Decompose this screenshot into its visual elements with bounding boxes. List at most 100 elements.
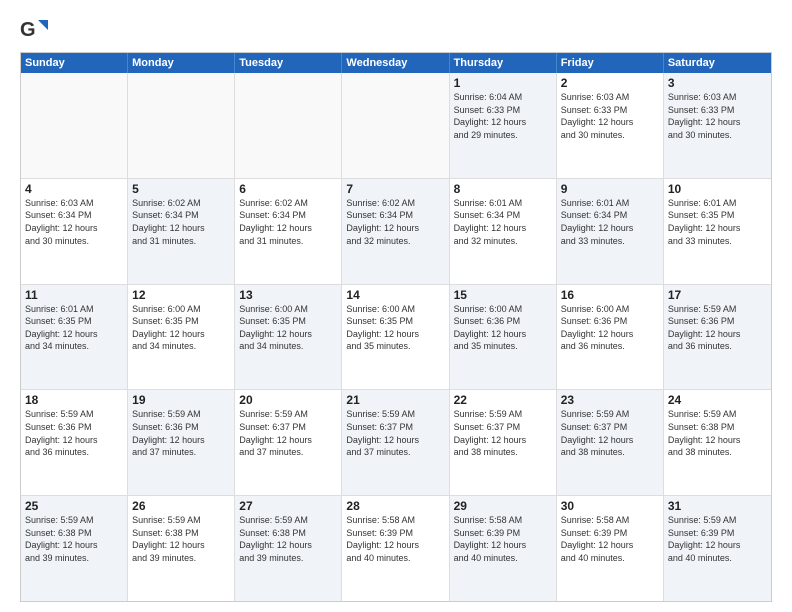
logo-icon: G (20, 16, 48, 44)
day-number: 23 (561, 393, 659, 407)
calendar-cell-day-27: 27Sunrise: 5:59 AMSunset: 6:38 PMDayligh… (235, 496, 342, 601)
calendar-cell-day-16: 16Sunrise: 6:00 AMSunset: 6:36 PMDayligh… (557, 285, 664, 390)
day-number: 31 (668, 499, 767, 513)
calendar-cell-day-23: 23Sunrise: 5:59 AMSunset: 6:37 PMDayligh… (557, 390, 664, 495)
calendar-cell-day-14: 14Sunrise: 6:00 AMSunset: 6:35 PMDayligh… (342, 285, 449, 390)
day-number: 18 (25, 393, 123, 407)
day-number: 29 (454, 499, 552, 513)
cell-info: Sunrise: 6:01 AMSunset: 6:34 PMDaylight:… (561, 197, 659, 247)
calendar-cell-day-21: 21Sunrise: 5:59 AMSunset: 6:37 PMDayligh… (342, 390, 449, 495)
cell-info: Sunrise: 6:01 AMSunset: 6:35 PMDaylight:… (668, 197, 767, 247)
day-number: 11 (25, 288, 123, 302)
cell-info: Sunrise: 6:00 AMSunset: 6:35 PMDaylight:… (132, 303, 230, 353)
cell-info: Sunrise: 6:02 AMSunset: 6:34 PMDaylight:… (346, 197, 444, 247)
calendar-cell-day-6: 6Sunrise: 6:02 AMSunset: 6:34 PMDaylight… (235, 179, 342, 284)
calendar-header: SundayMondayTuesdayWednesdayThursdayFrid… (21, 53, 771, 73)
calendar-cell-day-13: 13Sunrise: 6:00 AMSunset: 6:35 PMDayligh… (235, 285, 342, 390)
calendar-row-1: 4Sunrise: 6:03 AMSunset: 6:34 PMDaylight… (21, 179, 771, 285)
day-number: 16 (561, 288, 659, 302)
calendar-cell-day-29: 29Sunrise: 5:58 AMSunset: 6:39 PMDayligh… (450, 496, 557, 601)
day-number: 8 (454, 182, 552, 196)
calendar-cell-day-5: 5Sunrise: 6:02 AMSunset: 6:34 PMDaylight… (128, 179, 235, 284)
cell-info: Sunrise: 6:00 AMSunset: 6:35 PMDaylight:… (346, 303, 444, 353)
cell-info: Sunrise: 5:59 AMSunset: 6:37 PMDaylight:… (346, 408, 444, 458)
calendar-cell-day-24: 24Sunrise: 5:59 AMSunset: 6:38 PMDayligh… (664, 390, 771, 495)
day-number: 26 (132, 499, 230, 513)
calendar-cell-empty-0-0 (21, 73, 128, 178)
calendar-row-2: 11Sunrise: 6:01 AMSunset: 6:35 PMDayligh… (21, 285, 771, 391)
cell-info: Sunrise: 6:02 AMSunset: 6:34 PMDaylight:… (239, 197, 337, 247)
day-number: 1 (454, 76, 552, 90)
calendar-row-0: 1Sunrise: 6:04 AMSunset: 6:33 PMDaylight… (21, 73, 771, 179)
calendar-cell-day-25: 25Sunrise: 5:59 AMSunset: 6:38 PMDayligh… (21, 496, 128, 601)
day-number: 28 (346, 499, 444, 513)
cell-info: Sunrise: 5:59 AMSunset: 6:37 PMDaylight:… (561, 408, 659, 458)
calendar-cell-day-1: 1Sunrise: 6:04 AMSunset: 6:33 PMDaylight… (450, 73, 557, 178)
cell-info: Sunrise: 6:03 AMSunset: 6:33 PMDaylight:… (668, 91, 767, 141)
day-number: 24 (668, 393, 767, 407)
calendar-cell-day-9: 9Sunrise: 6:01 AMSunset: 6:34 PMDaylight… (557, 179, 664, 284)
cell-info: Sunrise: 6:00 AMSunset: 6:36 PMDaylight:… (561, 303, 659, 353)
day-number: 13 (239, 288, 337, 302)
calendar-row-3: 18 Sunrise: 5:59 AMSunset: 6:36 PMDayligh… (21, 390, 771, 496)
day-number: 22 (454, 393, 552, 407)
day-number: 7 (346, 182, 444, 196)
cell-info: Sunrise: 5:58 AMSunset: 6:39 PMDaylight:… (454, 514, 552, 564)
day-number: 3 (668, 76, 767, 90)
header-day-thursday: Thursday (450, 53, 557, 73)
cell-info: Sunrise: 5:59 AMSunset: 6:36 PMDaylight:… (132, 408, 230, 458)
calendar-cell-day-30: 30Sunrise: 5:58 AMSunset: 6:39 PMDayligh… (557, 496, 664, 601)
cell-info: Sunrise: 5:59 AMSunset: 6:37 PMDaylight:… (239, 408, 337, 458)
cell-info: Sunrise: 6:00 AMSunset: 6:35 PMDaylight:… (239, 303, 337, 353)
calendar-cell-day-20: 20Sunrise: 5:59 AMSunset: 6:37 PMDayligh… (235, 390, 342, 495)
cell-info: Sunrise: 6:00 AMSunset: 6:36 PMDaylight:… (454, 303, 552, 353)
header-day-tuesday: Tuesday (235, 53, 342, 73)
calendar-cell-empty-0-1 (128, 73, 235, 178)
day-number: 25 (25, 499, 123, 513)
calendar-cell-day-22: 22Sunrise: 5:59 AMSunset: 6:37 PMDayligh… (450, 390, 557, 495)
calendar-cell-day-7: 7Sunrise: 6:02 AMSunset: 6:34 PMDaylight… (342, 179, 449, 284)
day-number: 10 (668, 182, 767, 196)
day-number: 2 (561, 76, 659, 90)
day-number: 17 (668, 288, 767, 302)
day-number: 27 (239, 499, 337, 513)
calendar-body: 1Sunrise: 6:04 AMSunset: 6:33 PMDaylight… (21, 73, 771, 601)
logo: G (20, 16, 50, 44)
page: G SundayMondayTuesdayWednesdayThursdayFr… (0, 0, 792, 612)
cell-info: Sunrise: 6:04 AMSunset: 6:33 PMDaylight:… (454, 91, 552, 141)
cell-info: Sunrise: 6:01 AMSunset: 6:35 PMDaylight:… (25, 303, 123, 353)
day-number: 12 (132, 288, 230, 302)
calendar-cell-day-2: 2Sunrise: 6:03 AMSunset: 6:33 PMDaylight… (557, 73, 664, 178)
cell-info: Sunrise: 5:59 AMSunset: 6:39 PMDaylight:… (668, 514, 767, 564)
calendar-cell-empty-0-3 (342, 73, 449, 178)
cell-info: Sunrise: 5:58 AMSunset: 6:39 PMDaylight:… (346, 514, 444, 564)
header-day-monday: Monday (128, 53, 235, 73)
cell-info: Sunrise: 5:59 AMSunset: 6:38 PMDaylight:… (239, 514, 337, 564)
cell-info: Sunrise: 5:59 AMSunset: 6:38 PMDaylight:… (25, 514, 123, 564)
day-number: 6 (239, 182, 337, 196)
cell-info: Sunrise: 5:59 AMSunset: 6:37 PMDaylight:… (454, 408, 552, 458)
calendar-cell-day-28: 28Sunrise: 5:58 AMSunset: 6:39 PMDayligh… (342, 496, 449, 601)
day-number: 21 (346, 393, 444, 407)
day-number: 9 (561, 182, 659, 196)
calendar-cell-day-17: 17Sunrise: 5:59 AMSunset: 6:36 PMDayligh… (664, 285, 771, 390)
calendar-cell-day-18: 18Sunrise: 5:59 AMSunset: 6:36 PMDayligh… (21, 390, 128, 495)
cell-info: Sunrise: 5:59 AMSunset: 6:36 PMDaylight:… (668, 303, 767, 353)
day-number: 20 (239, 393, 337, 407)
cell-info: Sunrise: 5:59 AMSunset: 6:38 PMDaylight:… (668, 408, 767, 458)
cell-info: Sunrise: 6:01 AMSunset: 6:34 PMDaylight:… (454, 197, 552, 247)
header-day-friday: Friday (557, 53, 664, 73)
calendar-cell-day-3: 3Sunrise: 6:03 AMSunset: 6:33 PMDaylight… (664, 73, 771, 178)
calendar-cell-day-26: 26Sunrise: 5:59 AMSunset: 6:38 PMDayligh… (128, 496, 235, 601)
calendar-cell-day-8: 8Sunrise: 6:01 AMSunset: 6:34 PMDaylight… (450, 179, 557, 284)
calendar-cell-day-15: 15Sunrise: 6:00 AMSunset: 6:36 PMDayligh… (450, 285, 557, 390)
day-number: 4 (25, 182, 123, 196)
cell-info: Sunrise: 5:59 AMSunset: 6:38 PMDaylight:… (132, 514, 230, 564)
header-day-sunday: Sunday (21, 53, 128, 73)
svg-text:G: G (20, 19, 36, 41)
header: G (20, 16, 772, 44)
cell-info: Sunrise: 5:58 AMSunset: 6:39 PMDaylight:… (561, 514, 659, 564)
calendar-cell-empty-0-2 (235, 73, 342, 178)
header-day-wednesday: Wednesday (342, 53, 449, 73)
cell-info: Sunrise: 6:03 AMSunset: 6:34 PMDaylight:… (25, 197, 123, 247)
